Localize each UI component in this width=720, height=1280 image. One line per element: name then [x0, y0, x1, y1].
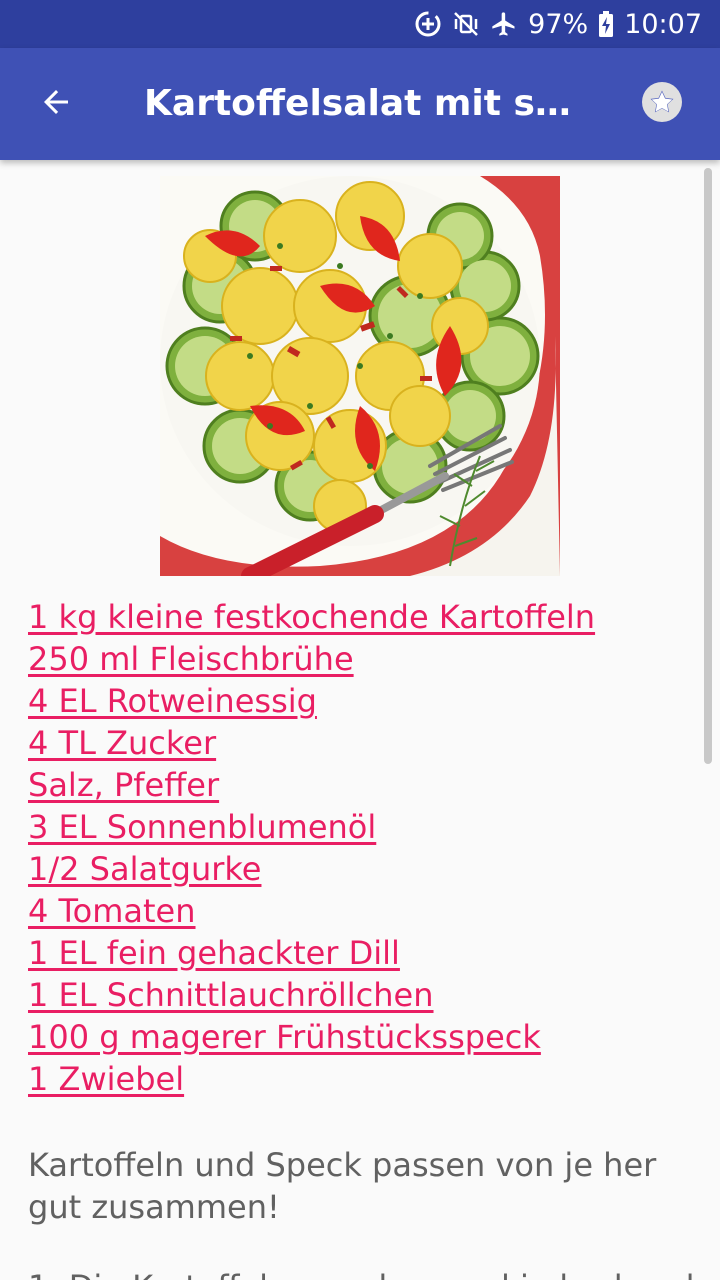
star-icon — [641, 81, 683, 127]
list-item: 1 kg kleine festkochende Kartoffeln — [28, 596, 595, 638]
mute-vibrate-icon — [452, 10, 480, 38]
clock: 10:07 — [624, 8, 702, 40]
battery-percent: 97% — [528, 8, 589, 40]
ingredient-link[interactable]: 4 Tomaten — [28, 890, 595, 932]
recipe-description: Kartoffeln und Speck passen von je her g… — [28, 1146, 657, 1226]
ingredient-link[interactable]: 1 EL fein gehackter Dill — [28, 932, 595, 974]
data-saver-icon — [414, 10, 442, 38]
ingredient-link[interactable]: 1 kg kleine festkochende Kartoffeln — [28, 596, 595, 638]
list-item: 4 Tomaten — [28, 890, 595, 932]
battery-charging-icon — [598, 10, 614, 38]
arrow-back-icon — [38, 84, 74, 124]
ingredient-link[interactable]: 1 EL Schnittlauchröllchen — [28, 974, 595, 1016]
list-item: 1 EL Schnittlauchröllchen — [28, 974, 595, 1016]
ingredient-list: 1 kg kleine festkochende Kartoffeln 250 … — [28, 596, 595, 1100]
ingredient-link[interactable]: 250 ml Fleischbrühe — [28, 638, 595, 680]
favorite-button[interactable] — [628, 70, 696, 138]
airplane-mode-icon — [490, 10, 518, 38]
scrollbar[interactable] — [704, 168, 712, 764]
recipe-content[interactable]: 1 kg kleine festkochende Kartoffeln 250 … — [0, 160, 720, 1280]
ingredient-link[interactable]: Salz, Pfeffer — [28, 764, 595, 806]
app-bar: Kartoffelsalat mit spec… — [0, 48, 720, 160]
list-item: 1/2 Salatgurke — [28, 848, 595, 890]
ingredient-link[interactable]: 100 g magerer Frühstücksspeck — [28, 1016, 595, 1058]
page-title: Kartoffelsalat mit spec… — [144, 83, 584, 124]
ingredient-link[interactable]: 4 EL Rotweinessig — [28, 680, 595, 722]
status-bar: 97% 10:07 — [0, 0, 720, 48]
ingredient-link[interactable]: 1/2 Salatgurke — [28, 848, 595, 890]
recipe-step: 1. Die Kartoffeln waschen und in kochend… — [28, 1266, 720, 1280]
ingredient-link[interactable]: 1 Zwiebel — [28, 1058, 595, 1100]
list-item: 4 TL Zucker — [28, 722, 595, 764]
list-item: Salz, Pfeffer — [28, 764, 595, 806]
back-button[interactable] — [20, 68, 92, 140]
potato-salad-photo — [160, 176, 560, 576]
list-item: 1 EL fein gehackter Dill — [28, 932, 595, 974]
list-item: 4 EL Rotweinessig — [28, 680, 595, 722]
list-item: 250 ml Fleischbrühe — [28, 638, 595, 680]
ingredient-link[interactable]: 3 EL Sonnenblumenöl — [28, 806, 595, 848]
ingredient-link[interactable]: 4 TL Zucker — [28, 722, 595, 764]
list-item: 100 g magerer Frühstücksspeck — [28, 1016, 595, 1058]
list-item: 1 Zwiebel — [28, 1058, 595, 1100]
list-item: 3 EL Sonnenblumenöl — [28, 806, 595, 848]
status-icons: 97% 10:07 — [414, 0, 702, 48]
